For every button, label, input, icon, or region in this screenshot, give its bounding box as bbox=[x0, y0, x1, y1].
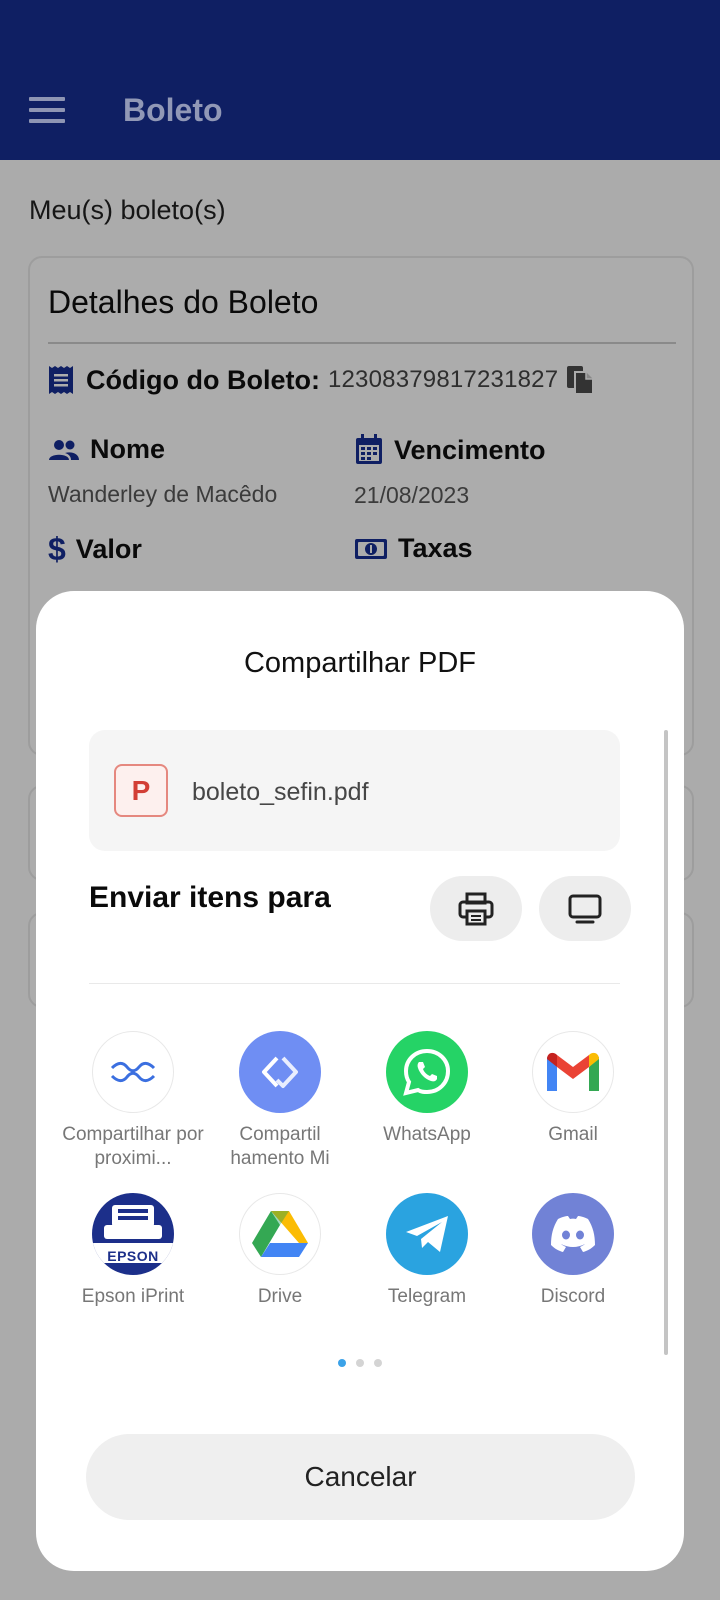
app-label: Drive bbox=[257, 1286, 303, 1307]
app-label: Discord bbox=[540, 1286, 606, 1307]
file-preview: P boleto_sefin.pdf bbox=[89, 730, 620, 851]
share-target-telegram[interactable]: Telegram bbox=[352, 1193, 502, 1309]
field-taxas: Taxas bbox=[354, 533, 473, 564]
field-vencimento: Vencimento 21/08/2023 bbox=[354, 434, 546, 509]
share-target-gmail[interactable]: Gmail bbox=[498, 1031, 648, 1147]
banknote-icon bbox=[355, 538, 387, 559]
app-title: Boleto bbox=[123, 92, 223, 128]
google-drive-icon bbox=[239, 1193, 321, 1275]
share-target-mi-share[interactable]: Compartil hamento Mi bbox=[205, 1031, 355, 1171]
app-label: Epson iPrint bbox=[81, 1286, 185, 1307]
page-dot bbox=[356, 1359, 364, 1367]
whatsapp-icon bbox=[386, 1031, 468, 1113]
app-label: WhatsApp bbox=[383, 1124, 471, 1145]
app-bar: Boleto bbox=[0, 0, 720, 160]
copy-icon[interactable] bbox=[564, 364, 596, 396]
app-label: Compartil hamento Mi bbox=[230, 1124, 330, 1169]
nome-label: Nome bbox=[90, 434, 166, 464]
print-button[interactable] bbox=[430, 876, 522, 941]
share-target-discord[interactable]: Discord bbox=[498, 1193, 648, 1309]
send-items-title: Enviar itens para bbox=[89, 881, 331, 914]
cancel-button[interactable]: Cancelar bbox=[86, 1434, 635, 1520]
page-dot bbox=[374, 1359, 382, 1367]
receipt-icon bbox=[49, 366, 73, 394]
people-icon bbox=[49, 439, 79, 460]
boleto-code-label: Código do Boleto: bbox=[86, 364, 320, 395]
nome-value: Wanderley de Macêdo bbox=[48, 481, 278, 507]
file-name: boleto_sefin.pdf bbox=[192, 778, 369, 806]
vencimento-value: 21/08/2023 bbox=[354, 482, 470, 508]
gmail-icon bbox=[532, 1031, 614, 1113]
boleto-code-value: 12308379817231827 bbox=[327, 366, 559, 393]
share-target-drive[interactable]: Drive bbox=[205, 1193, 355, 1309]
pdf-file-icon: P bbox=[114, 764, 168, 817]
calendar-icon bbox=[356, 434, 382, 464]
discord-icon bbox=[532, 1193, 614, 1275]
share-sheet-title: Compartilhar PDF bbox=[243, 647, 477, 679]
field-nome: Nome Wanderley de Macêdo bbox=[48, 434, 277, 508]
printer-icon bbox=[458, 892, 494, 925]
share-target-epson-iprint[interactable]: EPSON Epson iPrint bbox=[58, 1193, 208, 1309]
page-dot-active bbox=[338, 1359, 346, 1367]
share-sheet: Compartilhar PDF P boleto_sefin.pdf Envi… bbox=[36, 591, 684, 1571]
epson-iprint-icon: EPSON bbox=[92, 1193, 174, 1275]
page-subtitle: Meu(s) boleto(s) bbox=[29, 195, 226, 225]
valor-label: Valor bbox=[75, 533, 142, 564]
epson-badge: EPSON bbox=[107, 1248, 159, 1264]
vencimento-label: Vencimento bbox=[394, 434, 546, 465]
nearby-share-icon bbox=[92, 1031, 174, 1113]
telegram-icon bbox=[386, 1193, 468, 1275]
cast-screen-button[interactable] bbox=[539, 876, 631, 941]
app-label: Telegram bbox=[387, 1286, 467, 1307]
app-label: Compartilhar por proximi... bbox=[62, 1124, 204, 1169]
field-valor: $ Valor bbox=[48, 533, 142, 565]
sheet-scrollbar[interactable] bbox=[664, 730, 668, 1355]
sheet-divider bbox=[89, 983, 620, 984]
boleto-code-row: Código do Boleto: 12308379817231827 bbox=[48, 364, 596, 396]
monitor-icon bbox=[568, 894, 602, 923]
card-divider bbox=[48, 342, 676, 344]
page-indicator bbox=[36, 1359, 684, 1367]
card-title: Detalhes do Boleto bbox=[48, 284, 319, 320]
taxas-label: Taxas bbox=[398, 533, 473, 563]
share-target-nearby[interactable]: Compartilhar por proximi... bbox=[58, 1031, 208, 1171]
share-target-whatsapp[interactable]: WhatsApp bbox=[352, 1031, 502, 1147]
hamburger-menu-icon[interactable] bbox=[29, 97, 65, 123]
mi-share-icon bbox=[239, 1031, 321, 1113]
app-label: Gmail bbox=[548, 1124, 598, 1145]
dollar-icon: $ bbox=[48, 531, 66, 567]
